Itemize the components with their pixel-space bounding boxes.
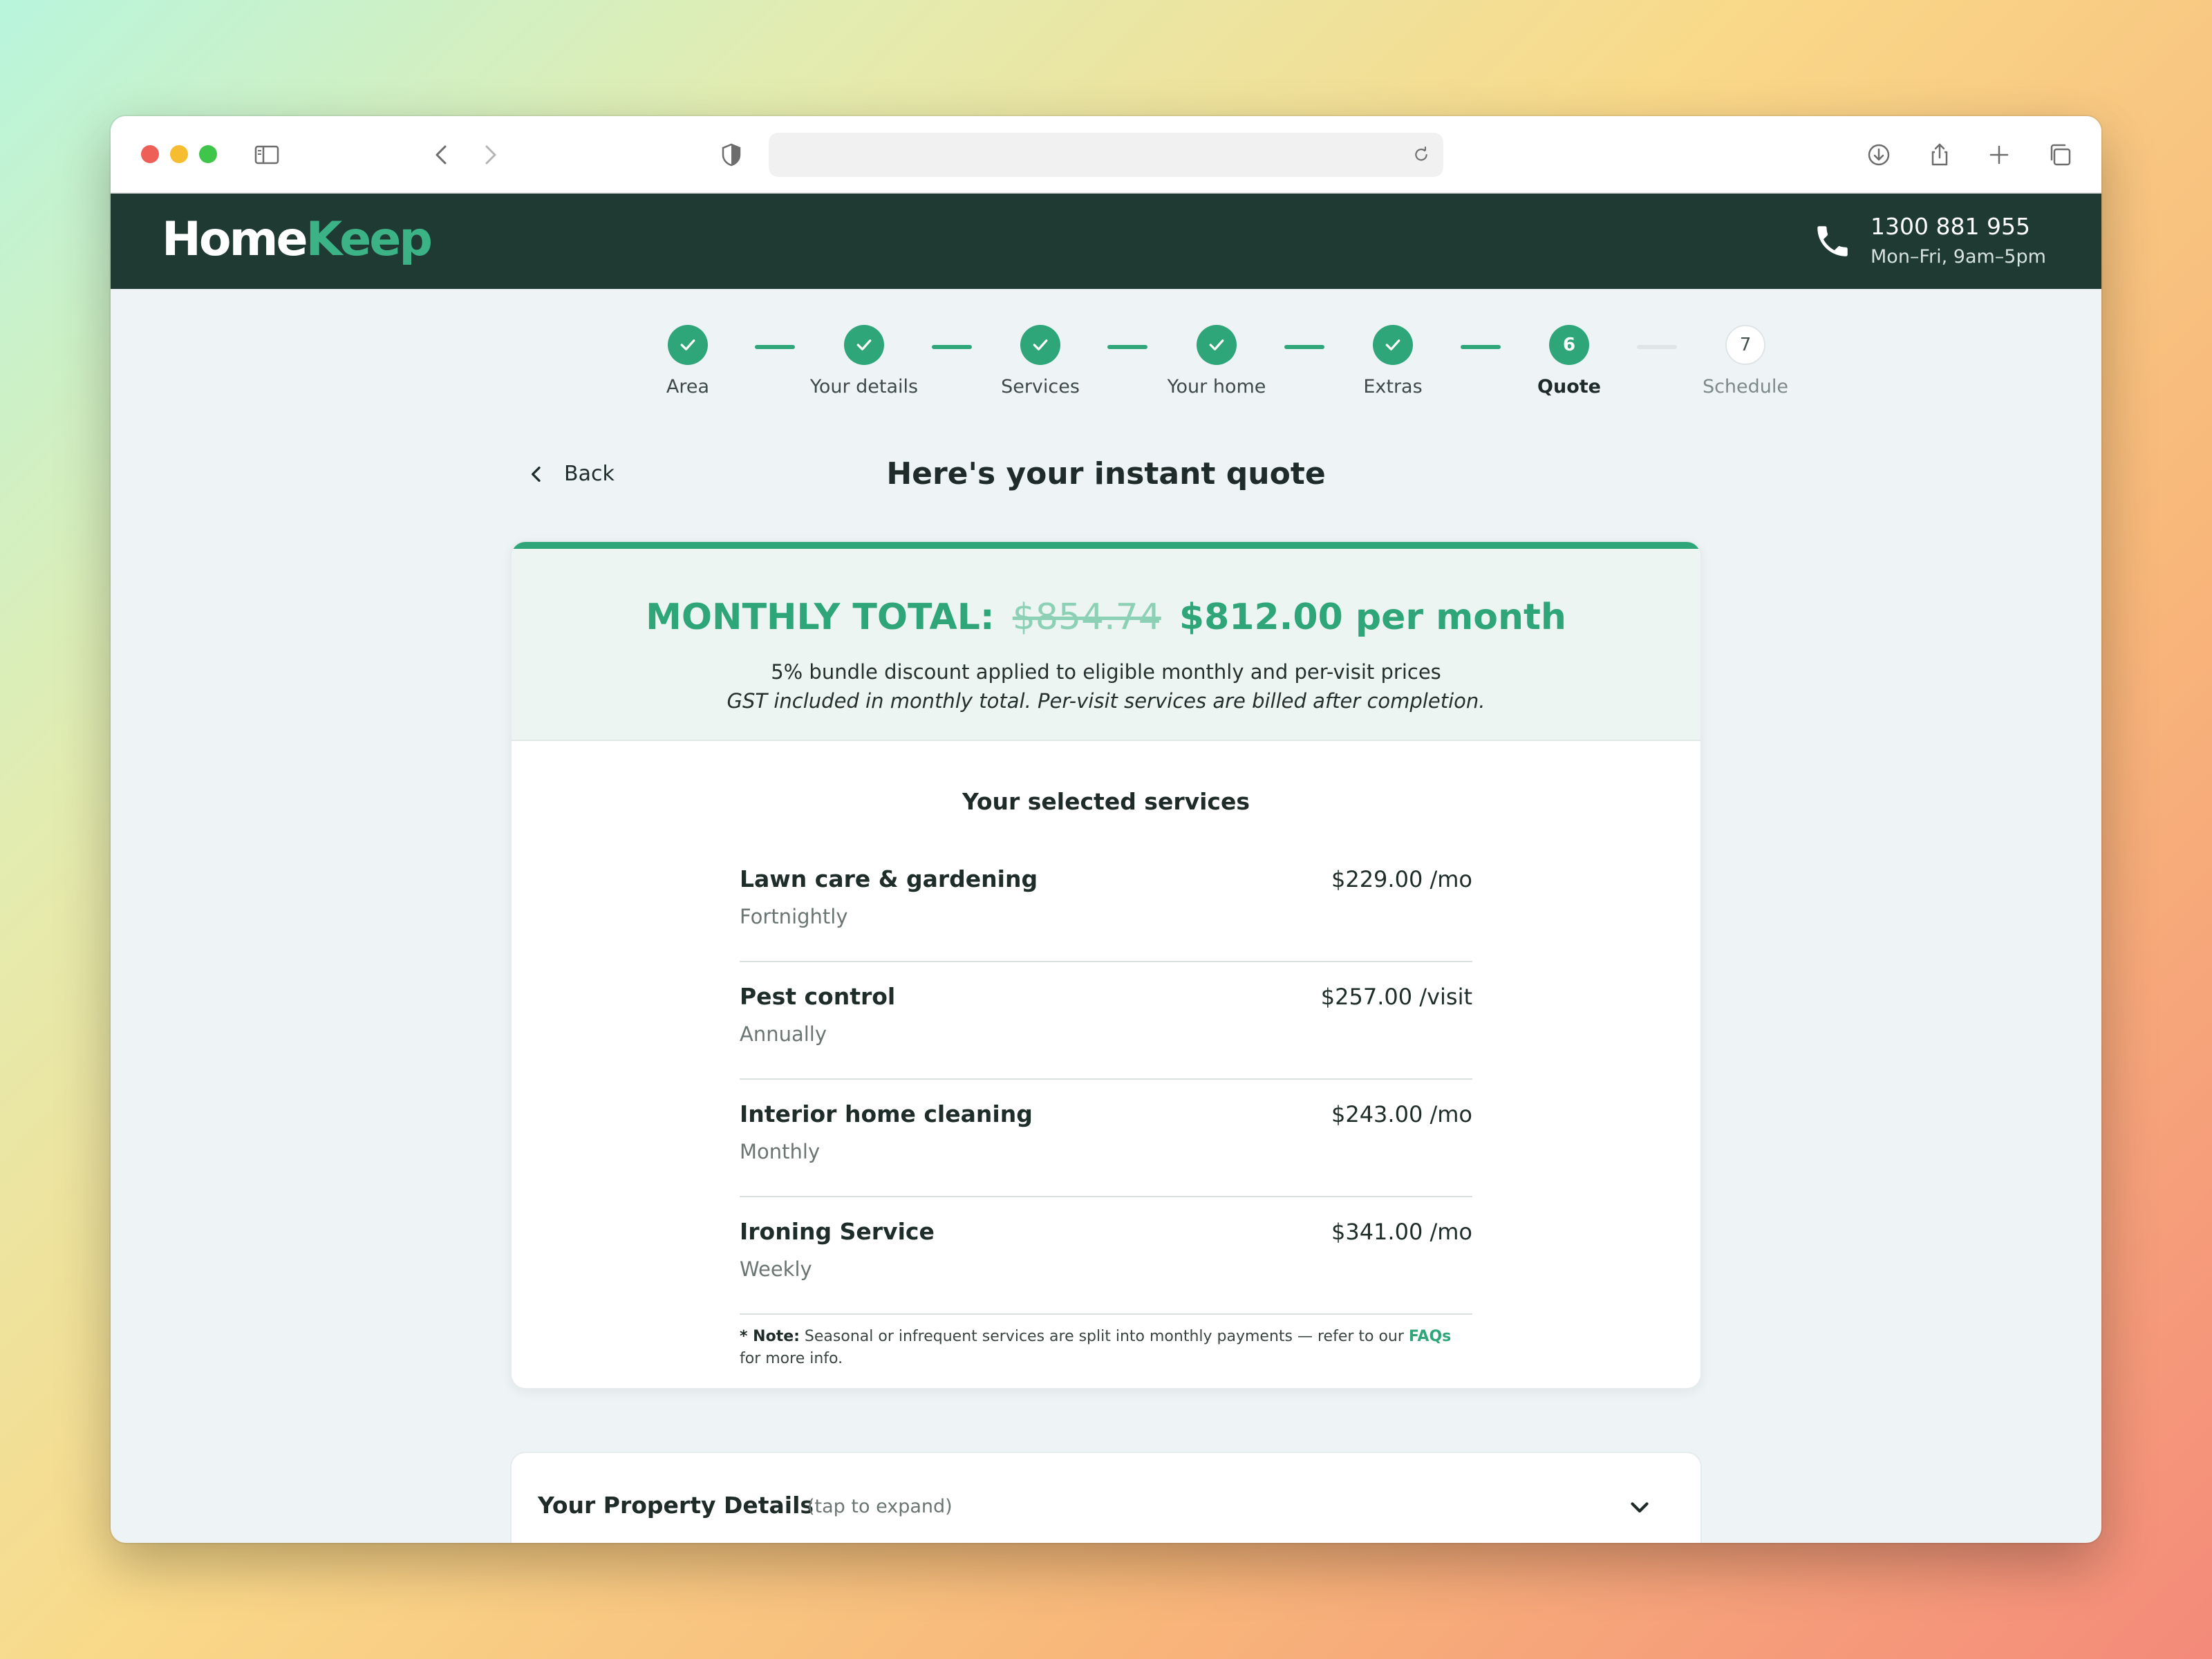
service-name: Interior home cleaning (740, 1100, 1033, 1127)
check-icon (1197, 325, 1237, 365)
step-services[interactable]: Services (950, 325, 1130, 400)
address-bar[interactable] (769, 133, 1443, 177)
check-icon (1020, 325, 1060, 365)
quote-summary: MONTHLY TOTAL: $854.74 $812.00 per month… (512, 549, 1700, 741)
service-price: $229.00 /mo (1331, 866, 1472, 892)
monthly-total: MONTHLY TOTAL: $854.74 $812.00 per month (512, 593, 1700, 641)
step-label: Quote (1537, 376, 1601, 397)
quote-card: MONTHLY TOTAL: $854.74 $812.00 per month… (510, 541, 1702, 1389)
browser-window: HomeKeep 1300 881 955 Mon–Fri, 9am–5pm A… (111, 116, 2101, 1543)
service-row: Ironing Service Weekly $341.00 /mo (740, 1197, 1472, 1315)
card-accent-bar (512, 542, 1700, 549)
service-frequency: Weekly (740, 1257, 812, 1281)
property-details-title: Your Property Details (538, 1492, 814, 1519)
chevron-down-icon[interactable] (1627, 1494, 1652, 1519)
service-price: $341.00 /mo (1331, 1219, 1472, 1245)
phone-number[interactable]: 1300 881 955 (1871, 212, 2030, 242)
browser-toolbar (111, 116, 2101, 194)
service-row: Lawn care & gardening Fortnightly $229.0… (740, 845, 1472, 962)
service-frequency: Monthly (740, 1140, 821, 1163)
original-price: $854.74 (1012, 597, 1161, 638)
step-number: 7 (1725, 325, 1765, 365)
step-extras[interactable]: Extras (1303, 325, 1483, 400)
share-icon[interactable] (1924, 140, 1955, 170)
service-price: $243.00 /mo (1331, 1101, 1472, 1127)
tab-overview-icon[interactable] (2045, 140, 2075, 170)
service-row: Pest control Annually $257.00 /visit (740, 962, 1472, 1080)
step-number: 6 (1549, 325, 1589, 365)
check-icon (1373, 325, 1413, 365)
step-your-home[interactable]: Your home (1127, 325, 1306, 400)
faqs-link[interactable]: FAQs (1409, 1328, 1451, 1345)
step-quote[interactable]: 6 Quote (1479, 325, 1659, 400)
check-icon (844, 325, 884, 365)
service-name: Ironing Service (740, 1218, 935, 1245)
service-frequency: Annually (740, 1022, 827, 1046)
browser-forward-icon[interactable] (474, 140, 505, 170)
step-label: Your details (809, 376, 919, 397)
gst-text: GST included in monthly total. Per-visit… (727, 689, 1485, 713)
step-schedule[interactable]: 7 Schedule (1656, 325, 1835, 400)
close-window-button[interactable] (141, 145, 159, 163)
minimize-window-button[interactable] (170, 145, 188, 163)
step-label: Extras (1363, 376, 1423, 397)
service-name: Lawn care & gardening (740, 865, 1038, 892)
service-frequency: Fortnightly (740, 905, 848, 928)
new-tab-icon[interactable] (1984, 140, 2014, 170)
services-heading: Your selected services (962, 788, 1250, 815)
step-label: Area (666, 376, 710, 397)
discount-text: 5% bundle discount applied to eligible m… (771, 660, 1441, 684)
homekeep-logo[interactable]: HomeKeep (162, 209, 433, 271)
discounted-price: $812.00 per month (1179, 597, 1566, 638)
services-note: * Note: Seasonal or infrequent services … (740, 1328, 1452, 1367)
step-area[interactable]: Area (598, 325, 778, 400)
service-row: Interior home cleaning Monthly $243.00 /… (740, 1080, 1472, 1197)
sidebar-toggle-icon[interactable] (252, 140, 282, 170)
total-label: MONTHLY TOTAL: (646, 597, 995, 638)
phone-icon (1817, 226, 1848, 256)
downloads-icon[interactable] (1864, 140, 1894, 170)
service-name: Pest control (740, 983, 896, 1010)
privacy-shield-icon[interactable] (716, 140, 747, 170)
step-label: Schedule (1702, 376, 1789, 397)
browser-back-icon[interactable] (427, 140, 458, 170)
step-your-details[interactable]: Your details (774, 325, 954, 400)
page-title: Here's your instant quote (886, 456, 1326, 491)
service-price: $257.00 /visit (1320, 984, 1472, 1010)
zoom-window-button[interactable] (199, 145, 217, 163)
property-details-hint: (tap to expand) (807, 1496, 953, 1517)
site-header: HomeKeep 1300 881 955 Mon–Fri, 9am–5pm (111, 194, 2101, 289)
property-details-toggle[interactable]: Your Property Details (tap to expand) (510, 1452, 1702, 1543)
step-label: Services (1001, 376, 1080, 397)
check-icon (668, 325, 708, 365)
step-label: Your home (1167, 376, 1266, 397)
reload-icon[interactable] (1406, 140, 1436, 170)
phone-hours: Mon–Fri, 9am–5pm (1871, 246, 2046, 268)
